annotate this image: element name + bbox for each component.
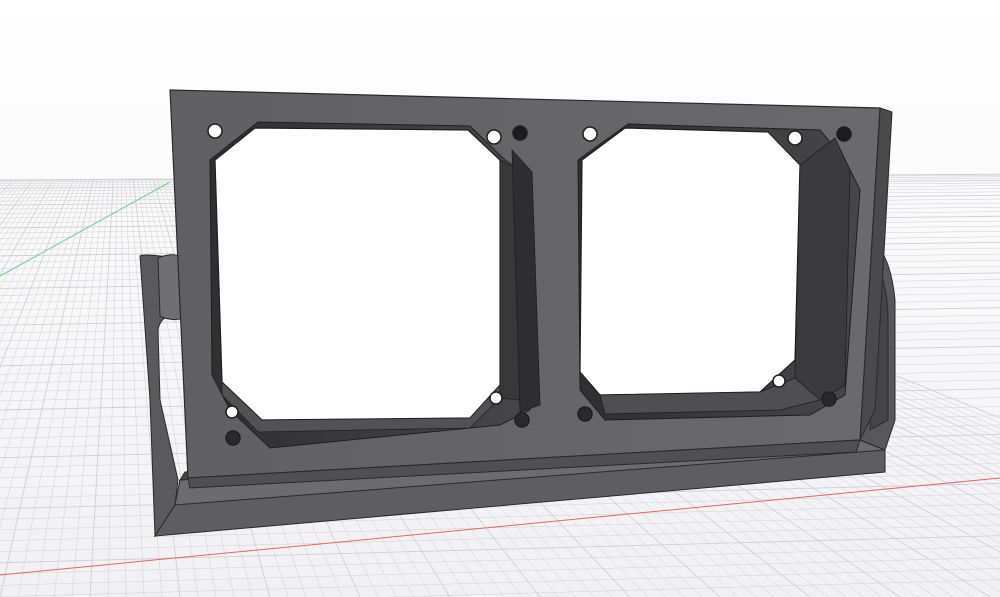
mount-hole <box>486 129 502 145</box>
mount-hole <box>772 374 786 388</box>
mount-hole <box>489 391 503 405</box>
mount-hole <box>577 406 593 422</box>
fan-opening-left <box>209 121 531 449</box>
mount-hole <box>821 391 837 407</box>
mount-hole <box>514 412 530 428</box>
mount-hole <box>225 405 239 419</box>
mount-hole <box>787 130 803 146</box>
mount-hole <box>207 123 223 139</box>
fan-mount-plate[interactable] <box>169 89 893 489</box>
fan-opening-right <box>577 123 861 421</box>
mount-hole <box>582 126 598 142</box>
mount-hole <box>225 430 241 446</box>
mount-hole <box>836 126 852 142</box>
mount-hole <box>512 125 528 141</box>
3d-viewport[interactable] <box>0 0 1000 597</box>
